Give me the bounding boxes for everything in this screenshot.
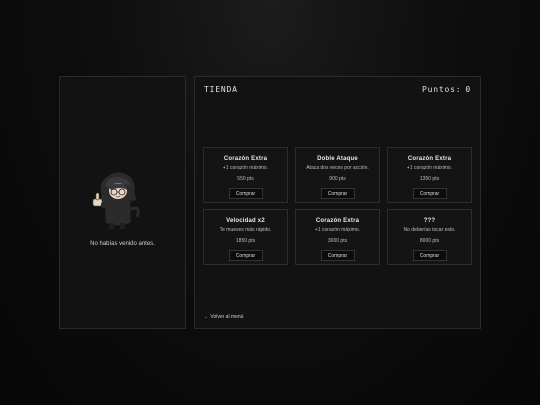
item-description: +1 corazón máximo. — [406, 165, 453, 171]
item-name: Doble Ataque — [317, 156, 358, 162]
item-name: Corazón Extra — [407, 156, 452, 162]
npc-panel: No habías venido antes. — [59, 76, 186, 329]
item-price: 8000 pts — [419, 238, 440, 244]
item-description: Ataca dos veces por acción. — [306, 165, 369, 171]
shop-grid: Corazón Extra +1 corazón máximo. 550 pts… — [203, 147, 472, 265]
item-price: 1850 pts — [235, 238, 256, 244]
shop-item-card: Corazón Extra +1 corazón máximo. 3000 pt… — [295, 209, 380, 265]
back-to-menu-link[interactable]: ← Volver al menú — [204, 314, 243, 320]
buy-button[interactable]: Comprar — [228, 188, 263, 199]
item-name: Corazón Extra — [223, 156, 268, 162]
points-label: Puntos: — [422, 85, 462, 94]
shop-item-card: Doble Ataque Ataca dos veces por acción.… — [295, 147, 380, 203]
item-description: Te mueves más rápido. — [219, 227, 272, 233]
points-display: Puntos: 0 — [418, 85, 471, 94]
buy-button[interactable]: Comprar — [412, 250, 447, 261]
shop-item-card: ??? No deberías tocar esto. 8000 pts Com… — [387, 209, 472, 265]
shop-panel: TIENDA Puntos: 0 Corazón Extra +1 corazón… — [194, 76, 481, 329]
item-name: Velocidad x2 — [226, 218, 265, 224]
item-price: 900 pts — [329, 176, 346, 182]
points-value: 0 — [465, 85, 471, 94]
item-description: No deberías tocar esto. — [403, 227, 456, 233]
shopkeeper-avatar — [92, 171, 140, 229]
item-price: 1350 pts — [419, 176, 440, 182]
item-description: +1 corazón máximo. — [314, 227, 361, 233]
shop-title: TIENDA — [204, 85, 238, 94]
item-name: Corazón Extra — [315, 218, 360, 224]
item-description: +1 corazón máximo. — [222, 165, 269, 171]
buy-button[interactable]: Comprar — [412, 188, 447, 199]
shop-item-card: Velocidad x2 Te mueves más rápido. 1850 … — [203, 209, 288, 265]
buy-button[interactable]: Comprar — [320, 250, 355, 261]
npc-dialogue: No habías venido antes. — [90, 241, 155, 247]
shop-item-card: Corazón Extra +1 corazón máximo. 1350 pt… — [387, 147, 472, 203]
item-price: 550 pts — [237, 176, 254, 182]
item-price: 3000 pts — [327, 238, 348, 244]
buy-button[interactable]: Comprar — [228, 250, 263, 261]
buy-button[interactable]: Comprar — [320, 188, 355, 199]
shop-item-card: Corazón Extra +1 corazón máximo. 550 pts… — [203, 147, 288, 203]
item-name: ??? — [423, 218, 436, 224]
